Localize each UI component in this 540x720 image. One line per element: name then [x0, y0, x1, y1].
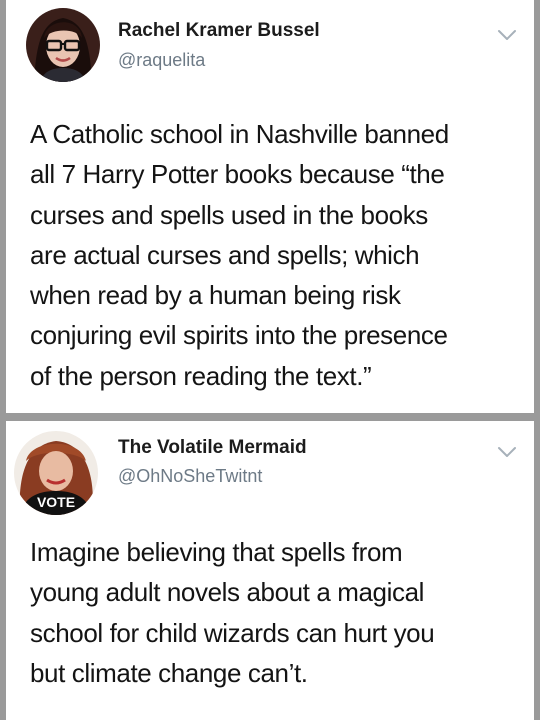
tweet-text-line: conjuring evil spirits into the presence: [30, 320, 448, 351]
chevron-down-icon[interactable]: [496, 28, 518, 42]
tweet-text: Imagine believing that spells from young…: [30, 532, 524, 693]
tweet-text-line: young adult novels about a magical: [30, 577, 425, 608]
display-name[interactable]: Rachel Kramer Bussel: [118, 20, 320, 42]
user-handle[interactable]: @OhNoSheTwitnt: [118, 466, 262, 487]
tweet-text-line: Imagine believing that spells from: [30, 537, 403, 567]
tweet-text-line: but climate change can’t.: [30, 657, 308, 688]
avatar[interactable]: VOTE: [14, 431, 98, 515]
tweet-text-line: school for child wizards can hurt you: [30, 617, 435, 648]
avatar-photo: [26, 8, 100, 82]
tweet-card[interactable]: VOTE The Volatile Mermaid @OhNoSheTwitnt…: [6, 421, 534, 720]
user-handle[interactable]: @raquelita: [118, 50, 205, 71]
chevron-down-icon[interactable]: [496, 445, 518, 459]
tweet-card[interactable]: Rachel Kramer Bussel @raquelita A Cathol…: [6, 0, 534, 413]
tweet-text-line: when read by a human being risk: [30, 280, 401, 311]
tweet-text-line: of the person reading the text.”: [30, 360, 372, 391]
tweet-text-line: curses and spells used in the books: [30, 199, 428, 230]
avatar-shirt-text: VOTE: [37, 494, 75, 510]
avatar[interactable]: [26, 8, 100, 82]
tweet-text: A Catholic school in Nashville banned al…: [30, 114, 524, 396]
display-name[interactable]: The Volatile Mermaid: [118, 437, 307, 459]
avatar-photo: VOTE: [14, 431, 98, 515]
tweet-text-line: all 7 Harry Potter books because “the: [30, 159, 445, 190]
tweet-text-line: are actual curses and spells; which: [30, 239, 420, 270]
tweet-text-line: A Catholic school in Nashville banned: [30, 119, 449, 149]
